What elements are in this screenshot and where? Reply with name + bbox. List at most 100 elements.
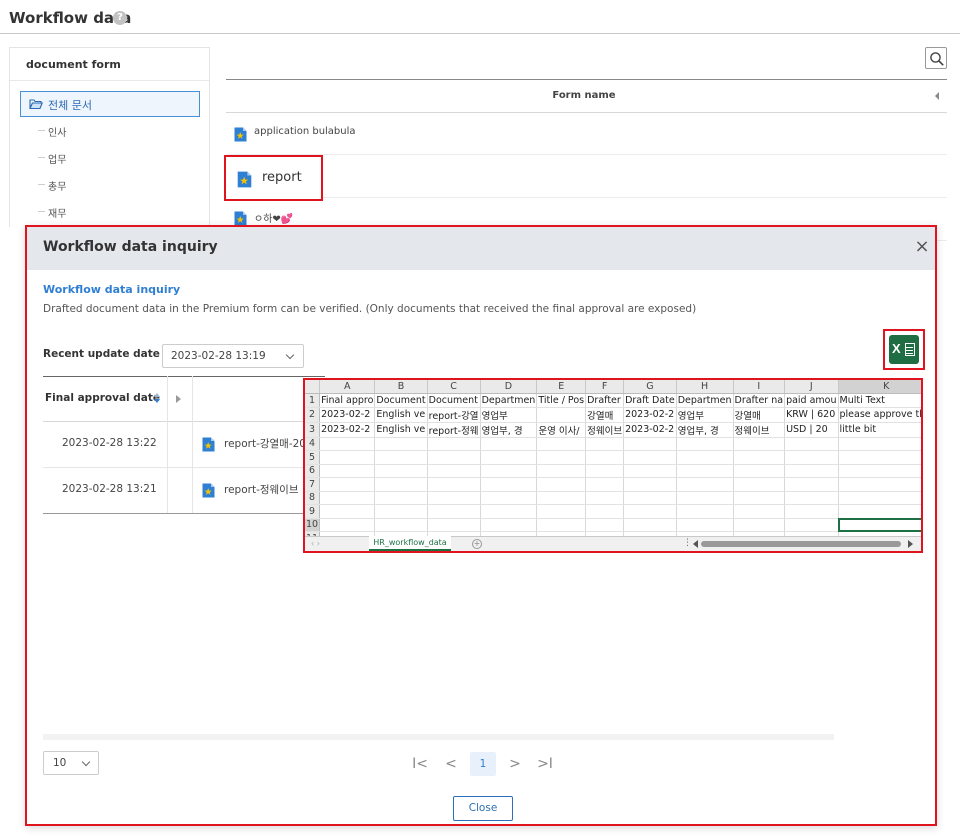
sheet-cell[interactable]: paid amou xyxy=(784,393,839,408)
current-page[interactable]: 1 xyxy=(470,752,496,776)
sheet-cell[interactable] xyxy=(784,477,839,492)
sheet-cell[interactable] xyxy=(427,518,481,532)
form-row[interactable]: application bulabula xyxy=(226,113,947,155)
column-expand-icon[interactable] xyxy=(176,395,181,403)
sheet-cell[interactable] xyxy=(838,504,921,519)
sheet-cell[interactable] xyxy=(676,491,734,505)
final-approval-date-column-header[interactable]: Final approval date xyxy=(45,392,160,404)
sheet-cell[interactable] xyxy=(374,464,428,478)
sheet-cell[interactable] xyxy=(536,477,587,492)
form-name-column-header[interactable]: Form name xyxy=(226,90,942,101)
sheet-cell[interactable]: report-강열 xyxy=(427,407,481,423)
row-header[interactable]: 7 xyxy=(305,477,321,492)
previous-page-button[interactable]: < xyxy=(441,754,461,774)
sheet-cell[interactable] xyxy=(676,518,734,532)
column-header[interactable]: I xyxy=(733,380,786,394)
column-header[interactable]: B xyxy=(374,380,428,394)
sheet-cell[interactable] xyxy=(733,491,786,505)
row-header[interactable]: 9 xyxy=(305,504,321,519)
sheet-cell[interactable] xyxy=(585,437,625,451)
sheet-cell[interactable]: 강열매 xyxy=(733,407,786,423)
sheet-cell[interactable] xyxy=(585,464,625,478)
tree-item-business[interactable]: 업무 xyxy=(48,151,66,166)
sheet-cell[interactable] xyxy=(623,450,677,465)
sheet-cell[interactable] xyxy=(480,464,538,478)
more-options-icon[interactable]: ⋮ xyxy=(683,538,692,548)
sheet-cell[interactable] xyxy=(784,437,839,451)
sheet-cell[interactable] xyxy=(838,477,921,492)
horizontal-scrollbar[interactable] xyxy=(43,734,834,740)
column-header[interactable]: K xyxy=(838,380,921,394)
sheet-cell[interactable] xyxy=(676,477,734,492)
sheet-cell[interactable]: 영업부, 경 xyxy=(676,422,734,438)
sheet-cell[interactable] xyxy=(536,504,587,519)
sheet-cell[interactable] xyxy=(784,518,839,532)
close-icon[interactable]: × xyxy=(914,238,930,256)
sheet-cell[interactable] xyxy=(536,407,587,423)
tree-item-hr[interactable]: 인사 xyxy=(48,124,66,139)
column-header[interactable]: G xyxy=(623,380,677,394)
sheet-cell[interactable] xyxy=(319,504,376,519)
sheet-cell[interactable] xyxy=(374,437,428,451)
sheet-cell[interactable]: 영업부 xyxy=(676,407,734,423)
tree-item-general-affairs[interactable]: 총무 xyxy=(48,178,66,193)
sheet-cell[interactable] xyxy=(319,437,376,451)
tree-item-finance[interactable]: 재무 xyxy=(48,205,66,220)
sheet-cell[interactable] xyxy=(480,477,538,492)
row-header[interactable]: 1 xyxy=(305,393,321,408)
sheet-cell[interactable] xyxy=(623,491,677,505)
row-header[interactable]: 4 xyxy=(305,437,321,451)
sheet-cell[interactable] xyxy=(374,504,428,519)
sheet-nav-arrows-icon[interactable]: ‹ › xyxy=(311,539,320,548)
sheet-cell[interactable] xyxy=(536,464,587,478)
search-button[interactable] xyxy=(925,47,947,69)
row-header[interactable]: 5 xyxy=(305,450,321,465)
sheet-cell[interactable] xyxy=(838,464,921,478)
sheet-cell[interactable]: 2023-02-2 xyxy=(623,422,677,438)
sheet-cell[interactable] xyxy=(319,491,376,505)
sheet-cell[interactable] xyxy=(623,477,677,492)
column-header[interactable]: H xyxy=(676,380,734,394)
sheet-cell[interactable]: 2023-02-2 xyxy=(623,407,677,423)
corner-cell[interactable] xyxy=(305,380,321,394)
sheet-cell[interactable]: USD | 20 xyxy=(784,422,839,438)
sheet-cell[interactable] xyxy=(319,464,376,478)
sheet-cell[interactable] xyxy=(427,504,481,519)
sheet-cell[interactable]: Draft Date xyxy=(623,393,677,408)
sheet-cell[interactable] xyxy=(374,491,428,505)
sheet-tab[interactable]: HR_workflow_data xyxy=(369,536,451,551)
sheet-cell[interactable]: 운영 이사/ xyxy=(536,422,587,438)
sheet-cell[interactable] xyxy=(585,491,625,505)
excel-download-button[interactable]: X xyxy=(889,335,919,364)
sheet-cell[interactable] xyxy=(319,477,376,492)
recent-update-date-select[interactable]: 2023-02-28 13:19 xyxy=(162,344,304,368)
sheet-cell[interactable] xyxy=(427,437,481,451)
sheet-cell[interactable] xyxy=(784,450,839,465)
table-row[interactable]: 2023-02-28 13:22 report-강열매-20 xyxy=(43,422,325,468)
sheet-cell[interactable] xyxy=(676,450,734,465)
sheet-cell[interactable]: 강열매 xyxy=(585,407,625,423)
sheet-cell[interactable] xyxy=(784,464,839,478)
last-page-button[interactable]: >I xyxy=(535,754,555,774)
sheet-cell[interactable] xyxy=(784,491,839,505)
column-header[interactable]: D xyxy=(480,380,538,394)
sheet-cell[interactable] xyxy=(427,450,481,465)
sheet-cell[interactable] xyxy=(838,437,921,451)
sheet-cell[interactable]: Final appro xyxy=(319,393,376,408)
sheet-cell[interactable] xyxy=(536,437,587,451)
sheet-cell[interactable]: Document xyxy=(374,393,428,408)
sheet-cell[interactable]: 정웨이브 xyxy=(585,422,625,438)
row-header[interactable]: 2 xyxy=(305,407,321,423)
sheet-cell[interactable] xyxy=(585,477,625,492)
sheet-cell[interactable] xyxy=(585,450,625,465)
sheet-cell[interactable] xyxy=(480,491,538,505)
sheet-cell[interactable]: English ve xyxy=(374,407,428,423)
sheet-cell[interactable] xyxy=(480,504,538,519)
page-size-select[interactable]: 10 xyxy=(43,751,99,775)
row-header[interactable]: 10 xyxy=(305,518,321,532)
sheet-cell[interactable] xyxy=(623,504,677,519)
table-row[interactable]: 2023-02-28 13:21 report-정웨이브 xyxy=(43,468,325,514)
sheet-cell[interactable] xyxy=(536,518,587,532)
column-header[interactable]: J xyxy=(784,380,839,394)
highlighted-report-form[interactable]: report xyxy=(224,155,323,201)
